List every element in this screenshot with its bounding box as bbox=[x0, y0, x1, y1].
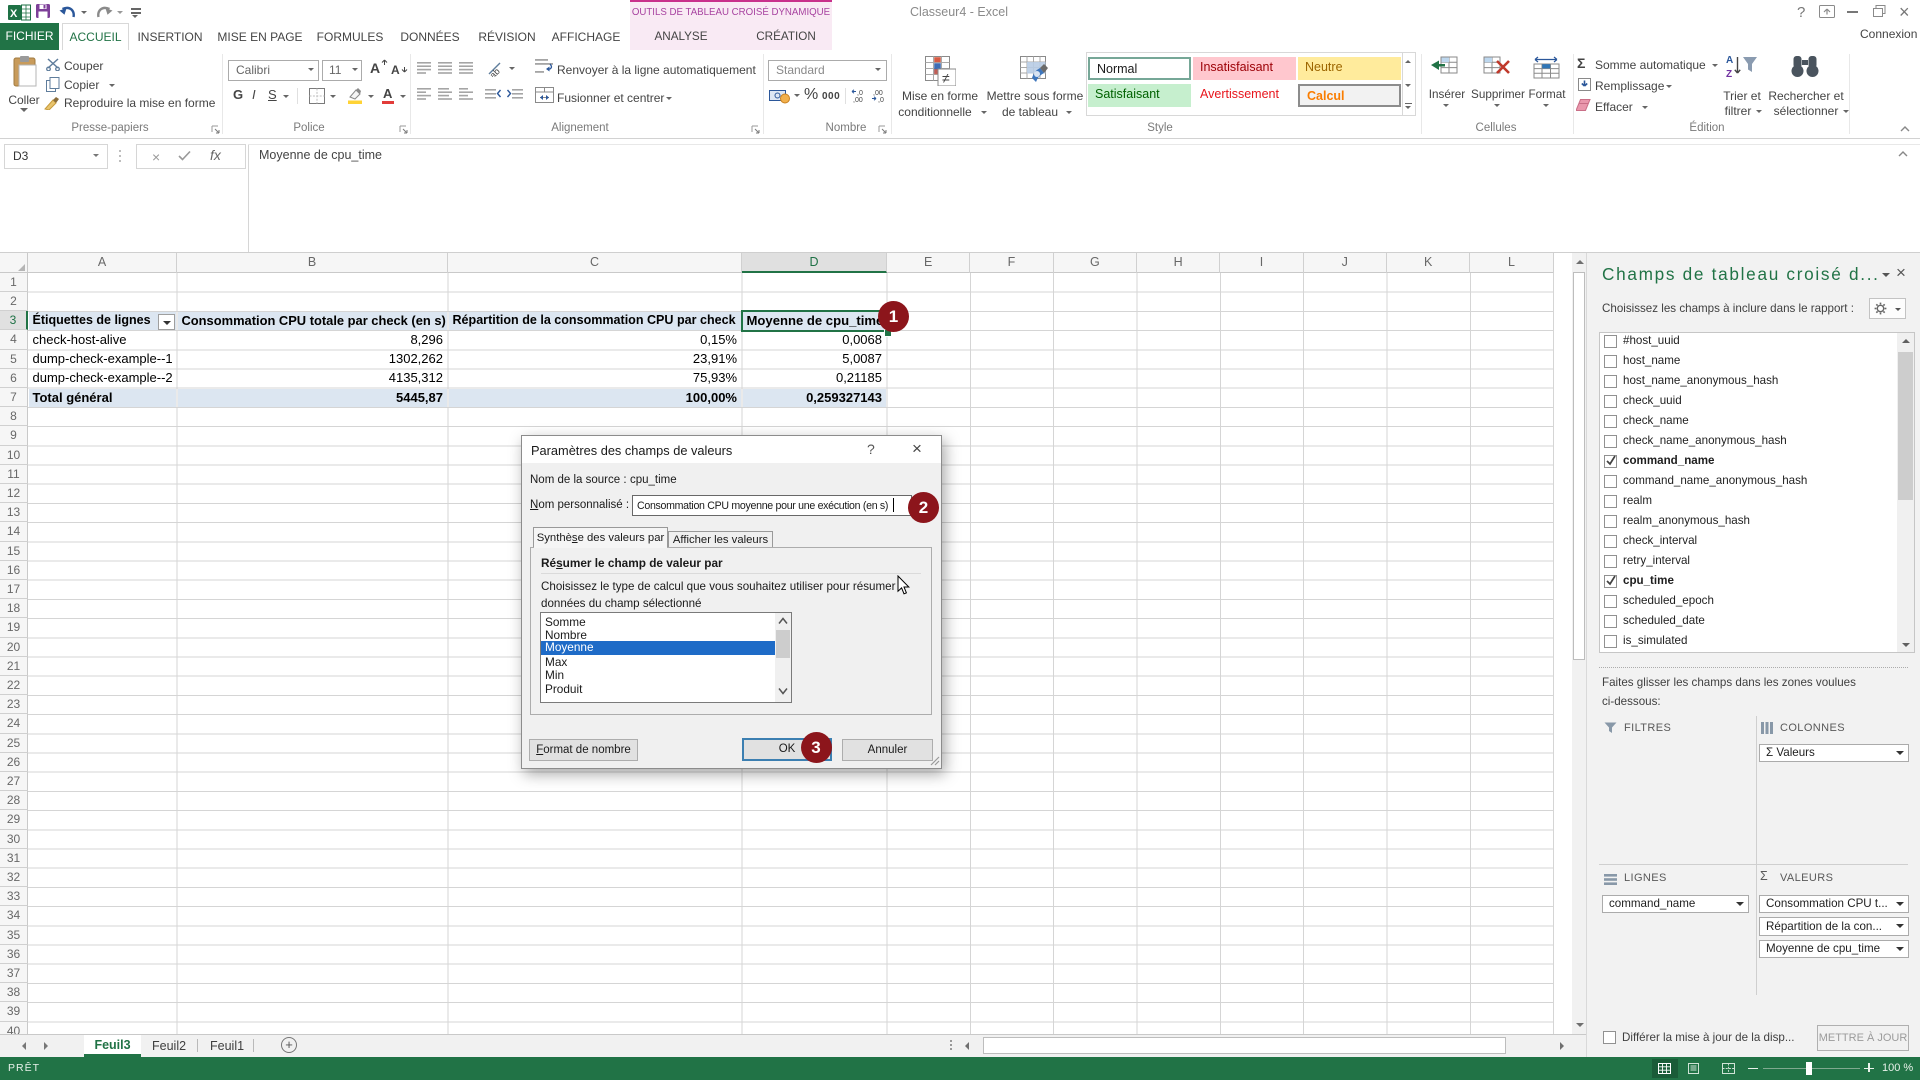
svg-text:ab: ab bbox=[488, 66, 502, 77]
svg-text:X: X bbox=[10, 8, 18, 20]
svg-text:A: A bbox=[1726, 55, 1733, 66]
svg-text:Z: Z bbox=[1726, 69, 1732, 80]
svg-text:≠: ≠ bbox=[942, 70, 950, 86]
